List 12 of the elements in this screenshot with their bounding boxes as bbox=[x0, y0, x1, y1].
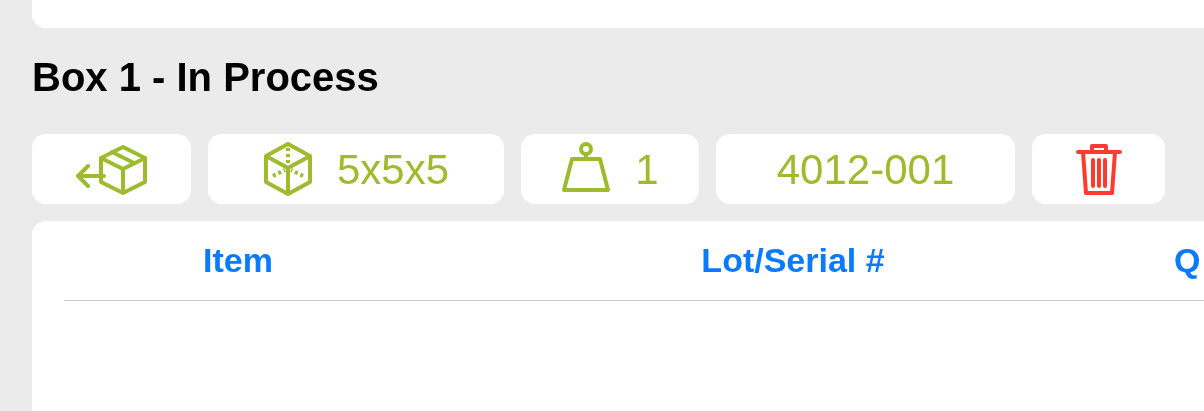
column-header[interactable]: Lot/Serial # bbox=[412, 235, 1174, 286]
trash-icon bbox=[1075, 142, 1122, 196]
box-title: Box 1 - In Process bbox=[32, 54, 380, 101]
delete-button[interactable] bbox=[1032, 134, 1165, 204]
cube-icon bbox=[262, 142, 313, 196]
dimensions-button[interactable]: 5x5x5 bbox=[208, 134, 504, 204]
code-button[interactable]: 4012-001 bbox=[716, 134, 1015, 204]
column-header[interactable]: Item bbox=[64, 235, 412, 286]
box-arrow-icon bbox=[75, 143, 148, 195]
weight-button[interactable]: 1 bbox=[521, 134, 699, 204]
unpack-button[interactable] bbox=[32, 134, 191, 204]
column-header[interactable]: Q bbox=[1174, 235, 1204, 286]
